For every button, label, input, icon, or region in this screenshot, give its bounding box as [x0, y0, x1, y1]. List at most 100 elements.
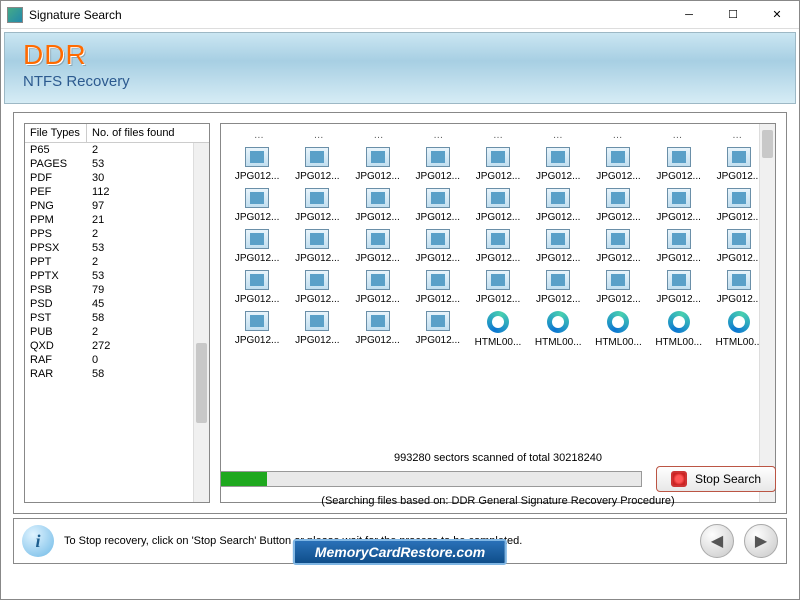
file-label: JPG012... — [717, 294, 761, 305]
file-item[interactable]: JPG012... — [349, 147, 405, 182]
file-label: JPG012... — [656, 294, 700, 305]
file-item[interactable]: JPG012... — [289, 188, 345, 223]
file-item[interactable]: HTML00... — [470, 311, 526, 348]
file-item[interactable]: JPG012... — [590, 270, 646, 305]
file-item[interactable]: JPG012... — [410, 188, 466, 223]
image-file-icon — [366, 147, 390, 167]
table-row[interactable]: PPTX53 — [25, 269, 209, 283]
file-label: JPG012... — [536, 253, 580, 264]
forward-button[interactable]: ▶ — [744, 524, 778, 558]
table-row[interactable]: PPSX53 — [25, 241, 209, 255]
table-row[interactable]: PAGES53 — [25, 157, 209, 171]
table-row[interactable]: RAF0 — [25, 353, 209, 367]
file-item[interactable]: JPG012... — [289, 147, 345, 182]
file-types-scrollbar[interactable] — [193, 143, 209, 502]
file-item[interactable]: JPG012... — [651, 270, 707, 305]
file-item[interactable]: JPG012... — [410, 147, 466, 182]
image-file-icon — [486, 229, 510, 249]
image-file-icon — [366, 229, 390, 249]
file-item[interactable]: JPG012... — [229, 188, 285, 223]
minimize-button[interactable] — [667, 1, 711, 29]
file-item[interactable]: JPG012... — [651, 188, 707, 223]
image-file-icon — [667, 188, 691, 208]
file-label: JPG012... — [717, 253, 761, 264]
file-item[interactable]: HTML00... — [590, 311, 646, 348]
image-file-icon — [366, 270, 390, 290]
table-row[interactable]: PDF30 — [25, 171, 209, 185]
table-row[interactable]: P652 — [25, 143, 209, 157]
file-label: JPG012... — [656, 212, 700, 223]
file-label: JPG012... — [355, 171, 399, 182]
image-file-icon — [305, 270, 329, 290]
image-file-icon — [426, 270, 450, 290]
stop-search-button[interactable]: Stop Search — [656, 466, 776, 492]
table-row[interactable]: PSB79 — [25, 283, 209, 297]
file-item[interactable]: JPG012... — [470, 188, 526, 223]
files-panel: ………………………JPG012...JPG012...JPG012...JPG0… — [220, 123, 776, 503]
table-row[interactable]: QXD272 — [25, 339, 209, 353]
table-row[interactable]: PNG97 — [25, 199, 209, 213]
image-file-icon — [606, 147, 630, 167]
file-item[interactable]: JPG012... — [229, 311, 285, 348]
file-item[interactable]: HTML00... — [530, 311, 586, 348]
file-item[interactable]: JPG012... — [229, 147, 285, 182]
file-item[interactable]: JPG012... — [410, 311, 466, 348]
file-label: JPG012... — [355, 294, 399, 305]
file-types-list[interactable]: P652PAGES53PDF30PEF112PNG97PPM21PPS2PPSX… — [25, 143, 209, 502]
file-item[interactable]: JPG012... — [470, 270, 526, 305]
file-item[interactable]: JPG012... — [289, 311, 345, 348]
file-label: JPG012... — [416, 335, 460, 346]
file-item[interactable]: JPG012... — [590, 229, 646, 264]
content-area: File Types No. of files found P652PAGES5… — [13, 112, 787, 514]
back-button[interactable]: ◀ — [700, 524, 734, 558]
site-badge[interactable]: MemoryCardRestore.com — [293, 539, 507, 565]
table-row[interactable]: RAR58 — [25, 367, 209, 381]
table-row[interactable]: PST58 — [25, 311, 209, 325]
file-label: JPG012... — [295, 212, 339, 223]
file-item[interactable]: JPG012... — [349, 188, 405, 223]
edge-icon — [547, 311, 569, 333]
file-item[interactable]: JPG012... — [410, 229, 466, 264]
table-row[interactable]: PPM21 — [25, 213, 209, 227]
maximize-button[interactable] — [711, 1, 755, 29]
app-icon — [7, 7, 23, 23]
edge-icon — [487, 311, 509, 333]
table-row[interactable]: PPS2 — [25, 227, 209, 241]
close-button[interactable] — [755, 1, 799, 29]
file-label: HTML00... — [475, 337, 522, 348]
image-file-icon — [305, 311, 329, 331]
table-row[interactable]: PUB2 — [25, 325, 209, 339]
file-item[interactable]: JPG012... — [470, 229, 526, 264]
file-item[interactable]: JPG012... — [530, 229, 586, 264]
file-item[interactable]: JPG012... — [349, 270, 405, 305]
file-item[interactable]: JPG012... — [289, 229, 345, 264]
files-grid[interactable]: ………………………JPG012...JPG012...JPG012...JPG0… — [221, 124, 775, 354]
file-item[interactable]: JPG012... — [289, 270, 345, 305]
file-item[interactable]: JPG012... — [590, 147, 646, 182]
image-file-icon — [606, 188, 630, 208]
col-file-count[interactable]: No. of files found — [87, 124, 209, 142]
image-file-icon — [606, 229, 630, 249]
file-item[interactable]: JPG012... — [651, 147, 707, 182]
table-row[interactable]: PEF112 — [25, 185, 209, 199]
table-row[interactable]: PSD45 — [25, 297, 209, 311]
window-title: Signature Search — [29, 8, 667, 22]
file-item[interactable]: JPG012... — [349, 229, 405, 264]
image-file-icon — [426, 311, 450, 331]
file-item[interactable]: JPG012... — [410, 270, 466, 305]
file-item[interactable]: JPG012... — [651, 229, 707, 264]
col-file-types[interactable]: File Types — [25, 124, 87, 142]
file-item[interactable]: JPG012... — [229, 229, 285, 264]
file-item[interactable]: JPG012... — [349, 311, 405, 348]
file-item[interactable]: JPG012... — [530, 147, 586, 182]
file-item[interactable]: JPG012... — [530, 188, 586, 223]
file-item[interactable]: HTML00... — [651, 311, 707, 348]
files-scrollbar[interactable] — [759, 124, 775, 502]
file-item[interactable]: JPG012... — [470, 147, 526, 182]
file-label: JPG012... — [355, 253, 399, 264]
file-item[interactable]: JPG012... — [590, 188, 646, 223]
file-item[interactable]: JPG012... — [530, 270, 586, 305]
file-item[interactable]: JPG012... — [229, 270, 285, 305]
file-label: JPG012... — [295, 253, 339, 264]
table-row[interactable]: PPT2 — [25, 255, 209, 269]
